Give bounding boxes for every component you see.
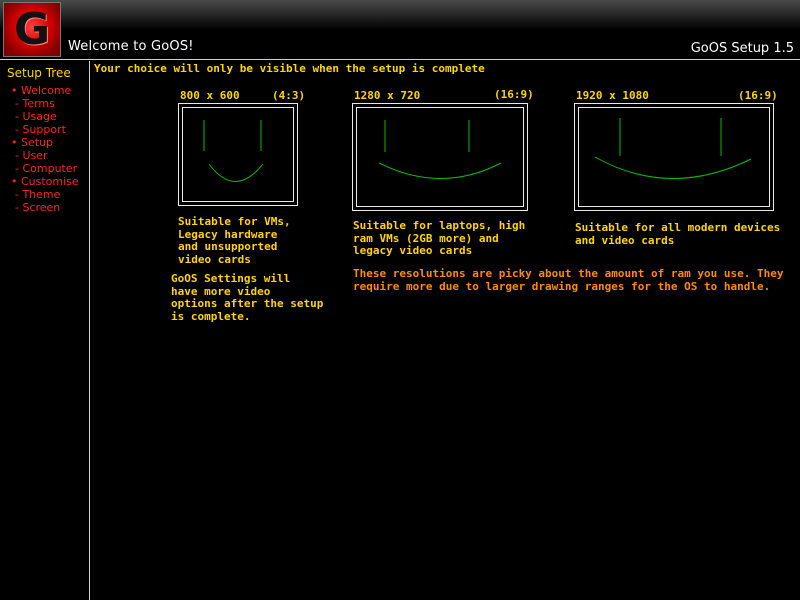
tree-item-setup[interactable]: • Setup — [0, 136, 90, 149]
desc-line: legacy video cards — [353, 244, 473, 257]
title-bar: G Welcome to GoOS! GoOS Setup 1.5 — [0, 0, 800, 60]
smiley-face-icon — [594, 118, 752, 179]
description-1280x720: Suitable for laptops, high ram VMs (2GB … — [353, 219, 526, 258]
desc-line: Suitable for laptops, high — [353, 219, 526, 232]
tree-item-customise[interactable]: • Customise — [0, 175, 90, 188]
goos-logo: G — [3, 2, 61, 57]
window-title: Welcome to GoOS! — [68, 39, 194, 54]
description-800x600: Suitable for VMs, Legacy hardware and un… — [178, 215, 291, 266]
warning-line: require more due to larger drawing range… — [353, 279, 771, 293]
aspect-label-4-3: (4:3) — [272, 89, 306, 102]
sidebar-title: Setup Tree — [7, 66, 71, 80]
desc-line: video cards — [178, 252, 251, 266]
tree-item-usage[interactable]: - Usage — [0, 110, 90, 123]
aspect-label-16-9: (16:9) — [494, 88, 534, 101]
resolution-label-800x600: 800 x 600 — [180, 89, 240, 102]
visibility-notice: Your choice will only be visible when th… — [94, 62, 485, 75]
desc-line: Suitable for all modern devices — [575, 221, 781, 234]
desc-line: and unsupported — [178, 240, 278, 253]
ram-warning: These resolutions are picky about the am… — [353, 267, 784, 293]
preview-1280x720[interactable] — [352, 103, 528, 211]
tree-item-theme[interactable]: - Theme — [0, 188, 90, 201]
setup-version: GoOS Setup 1.5 — [690, 41, 794, 56]
note-line: options after the setup — [171, 297, 324, 310]
desc-line: and video cards — [575, 233, 675, 247]
tree-item-user[interactable]: - User — [0, 149, 90, 162]
preview-800x600[interactable] — [178, 103, 298, 206]
setup-tree: • Welcome - Terms - Usage - Support • Se… — [0, 84, 90, 214]
settings-note: GoOS Settings will have more video optio… — [171, 272, 324, 323]
tree-item-terms[interactable]: - Terms — [0, 97, 90, 110]
tree-item-welcome[interactable]: • Welcome — [0, 84, 90, 97]
smiley-face-icon — [378, 120, 502, 179]
resolution-label-1280x720: 1280 x 720 — [354, 89, 421, 102]
tree-item-support[interactable]: - Support — [0, 123, 90, 136]
sidebar: Setup Tree • Welcome - Terms - Usage - S… — [0, 61, 90, 600]
aspect-label-16-9: (16:9) — [738, 89, 778, 102]
tree-item-computer[interactable]: - Computer — [0, 162, 90, 175]
smiley-face-icon — [203, 120, 264, 182]
logo-letter: G — [13, 4, 51, 55]
note-line: is complete. — [171, 309, 251, 323]
warning-line: These resolutions are picky about the am… — [353, 267, 784, 280]
resolution-label-1920x1080: 1920 x 1080 — [576, 89, 649, 102]
note-line: GoOS Settings will — [171, 272, 291, 285]
description-1920x1080: Suitable for all modern devices and vide… — [575, 221, 781, 247]
desc-line: Suitable for VMs, — [178, 215, 291, 228]
preview-1920x1080[interactable] — [574, 103, 774, 211]
tree-item-screen[interactable]: - Screen — [0, 201, 90, 214]
